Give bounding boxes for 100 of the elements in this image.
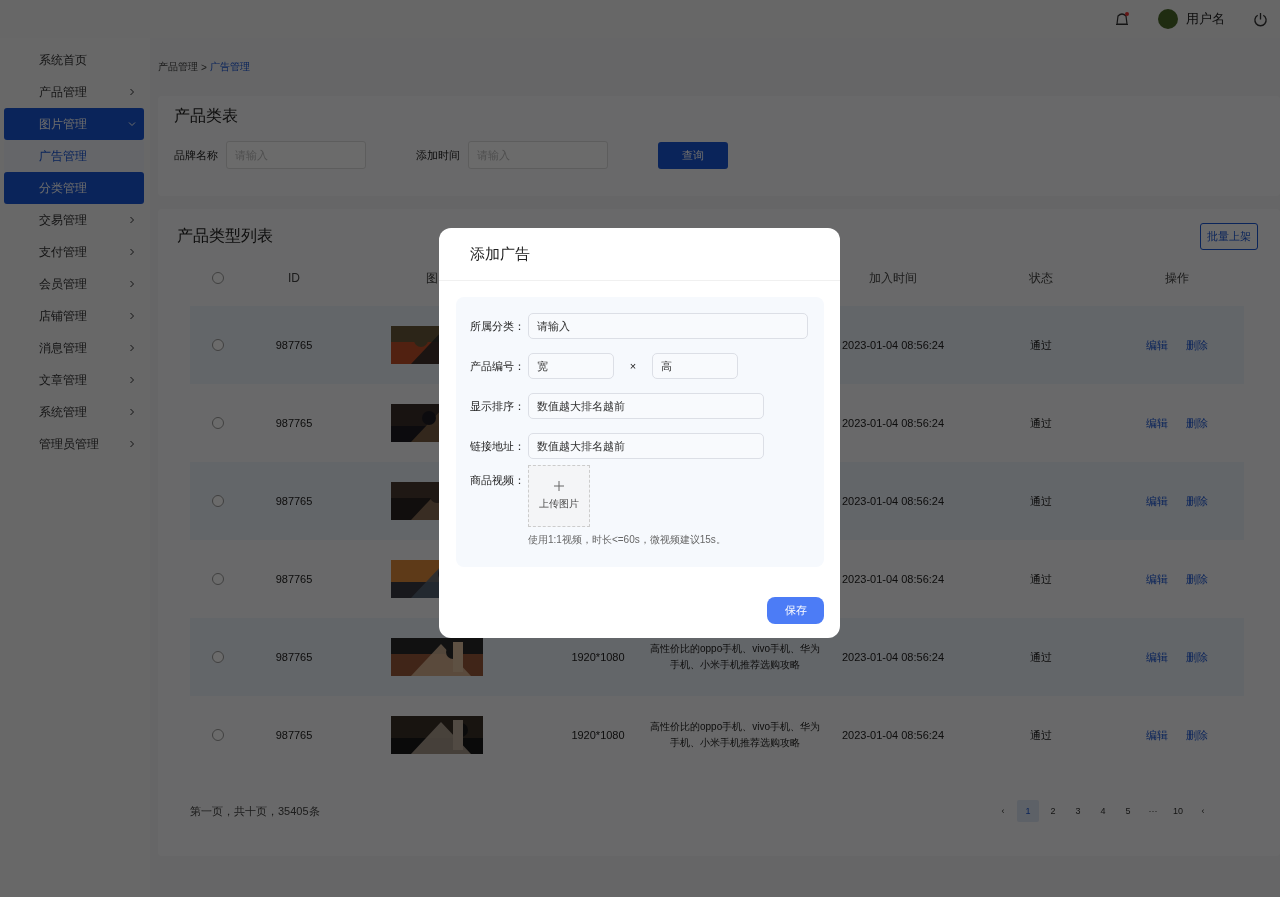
sidebar-item[interactable]: 系统首页 xyxy=(4,44,144,76)
field-label: 品牌名称 xyxy=(174,147,218,163)
column-header: 加入时间 xyxy=(869,269,917,287)
page-button[interactable]: 3 xyxy=(1067,800,1089,822)
section-title: 产品类型列表 xyxy=(177,226,273,246)
page-button[interactable]: 1 xyxy=(1017,800,1039,822)
column-header: 图 xyxy=(426,270,438,285)
sidebar-item[interactable]: 店铺管理 xyxy=(4,300,144,332)
column-header: ID xyxy=(288,271,300,285)
table-cell: 2023-01-04 08:56:24 xyxy=(841,417,945,429)
breadcrumb-link[interactable]: 产品管理 xyxy=(158,60,198,74)
field-label: 链接地址： xyxy=(470,438,526,454)
checkbox[interactable] xyxy=(212,495,224,507)
chevron-down-icon xyxy=(128,120,136,128)
table-cell: 通过 xyxy=(1030,337,1052,353)
table-cell: 987765 xyxy=(275,339,313,351)
page-button[interactable]: 5 xyxy=(1117,800,1139,822)
checkbox[interactable] xyxy=(212,339,224,351)
table-cell: 1920*1080 xyxy=(571,729,625,741)
table-cell: 2023-01-04 08:56:24 xyxy=(841,573,945,585)
username[interactable]: 用户名 xyxy=(1186,10,1225,28)
input-field[interactable]: 数值越大排名越前 xyxy=(528,433,764,459)
table-cell: 987765 xyxy=(275,495,313,507)
breadcrumb-link[interactable]: 广告管理 xyxy=(209,60,250,74)
table-cell: 通过 xyxy=(1030,415,1052,431)
field-label: 显示排序： xyxy=(470,398,526,414)
sidebar-subitem[interactable]: 分类管理 xyxy=(4,172,144,204)
table-cell: 987765 xyxy=(275,417,313,429)
sidebar-item[interactable]: 会员管理 xyxy=(4,268,144,300)
table-cell: 2023-01-04 08:56:24 xyxy=(841,495,945,507)
table-cell: 2023-01-04 08:56:24 xyxy=(841,651,945,663)
bell-icon[interactable] xyxy=(1114,11,1130,27)
field-label: 所属分类： xyxy=(470,318,526,334)
checkbox[interactable] xyxy=(212,729,224,741)
batch-button[interactable]: 批量上架 xyxy=(1200,223,1258,250)
upload-button[interactable]: 上传图片 xyxy=(528,465,590,527)
column-header: 操作 xyxy=(1165,269,1189,287)
field-label: 产品编号： xyxy=(470,358,526,374)
input-field[interactable]: 请输入 xyxy=(528,313,808,339)
page-button[interactable]: 2 xyxy=(1042,800,1064,822)
table-cell: 通过 xyxy=(1030,493,1052,509)
next-page-button[interactable]: ‹ xyxy=(1192,800,1214,822)
height-field[interactable]: 高 xyxy=(652,353,738,379)
page-button[interactable]: 4 xyxy=(1092,800,1114,822)
edit-link[interactable]: 编辑 xyxy=(1146,337,1168,353)
table-cell: 2023-01-04 08:56:24 xyxy=(841,729,945,741)
delete-link[interactable]: 删除 xyxy=(1186,727,1208,743)
checkbox[interactable] xyxy=(212,573,224,585)
delete-link[interactable]: 删除 xyxy=(1186,649,1208,665)
sidebar-item[interactable]: 产品管理 xyxy=(4,76,144,108)
page-button[interactable]: ··· xyxy=(1142,800,1164,822)
checkbox[interactable] xyxy=(212,417,224,429)
dialog-title: 添加广告 xyxy=(470,244,530,264)
chevron-right-icon xyxy=(128,248,136,256)
table-cell: 通过 xyxy=(1030,649,1052,665)
sidebar-item[interactable]: 交易管理 xyxy=(4,204,144,236)
checkbox[interactable] xyxy=(212,651,224,663)
checkbox[interactable] xyxy=(212,272,224,284)
query-button[interactable]: 查询 xyxy=(658,141,728,169)
upload-hint: 使用1:1视频，时长<=60s，微视频建议15s。 xyxy=(528,533,726,547)
table-cell: 987765 xyxy=(275,651,313,663)
edit-link[interactable]: 编辑 xyxy=(1146,727,1168,743)
delete-link[interactable]: 删除 xyxy=(1186,493,1208,509)
table-cell: 2023-01-04 08:56:24 xyxy=(841,339,945,351)
edit-link[interactable]: 编辑 xyxy=(1146,415,1168,431)
chevron-right-icon xyxy=(128,88,136,96)
chevron-right-icon xyxy=(128,216,136,224)
times-sign: × xyxy=(628,360,638,372)
edit-link[interactable]: 编辑 xyxy=(1146,571,1168,587)
sidebar-item[interactable]: 管理员管理 xyxy=(4,428,144,460)
field-label: 添加时间 xyxy=(416,147,460,163)
input-field[interactable]: 数值越大排名越前 xyxy=(528,393,764,419)
sidebar-item[interactable]: 系统管理 xyxy=(4,396,144,428)
power-icon[interactable] xyxy=(1253,11,1268,27)
sidebar-item[interactable]: 文章管理 xyxy=(4,364,144,396)
chevron-right-icon xyxy=(128,280,136,288)
delete-link[interactable]: 删除 xyxy=(1186,415,1208,431)
save-button[interactable]: 保存 xyxy=(767,597,824,624)
avatar[interactable] xyxy=(1158,9,1178,29)
edit-link[interactable]: 编辑 xyxy=(1146,649,1168,665)
delete-link[interactable]: 删除 xyxy=(1186,337,1208,353)
page-button[interactable]: 10 xyxy=(1167,800,1189,822)
edit-link[interactable]: 编辑 xyxy=(1146,493,1168,509)
table-cell-text: 高性价比的oppo手机、vivo手机、华为手机、小米手机推荐选购攻略 xyxy=(649,720,821,750)
delete-link[interactable]: 删除 xyxy=(1186,571,1208,587)
column-header: 状态 xyxy=(1029,269,1053,287)
table-cell-text: 高性价比的oppo手机、vivo手机、华为手机、小米手机推荐选购攻略 xyxy=(649,642,821,672)
field-label: 商品视频： xyxy=(470,473,526,488)
table-cell: 通过 xyxy=(1030,727,1052,743)
chevron-right-icon xyxy=(128,440,136,448)
breadcrumb-separator: > xyxy=(201,61,207,73)
plus-icon xyxy=(554,481,564,491)
previous-page-button[interactable]: ‹ xyxy=(992,800,1014,822)
table-cell: 987765 xyxy=(275,573,313,585)
sidebar-item[interactable]: 消息管理 xyxy=(4,332,144,364)
table-cell: 1920*1080 xyxy=(571,651,625,663)
width-field[interactable]: 宽 xyxy=(528,353,614,379)
chevron-right-icon xyxy=(128,408,136,416)
sidebar-item[interactable]: 图片管理 xyxy=(4,108,144,140)
sidebar-item[interactable]: 支付管理 xyxy=(4,236,144,268)
